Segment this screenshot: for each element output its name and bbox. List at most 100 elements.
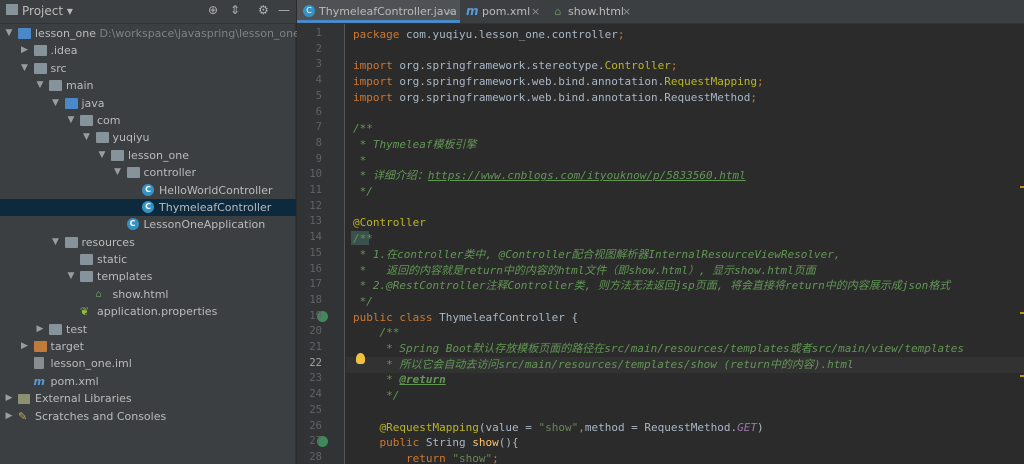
tree-node[interactable]: ▼ com <box>0 112 296 129</box>
expanded-arrow-icon[interactable]: ▼ <box>113 164 123 181</box>
tree-node[interactable]: ▶ ✎ Scratches and Consoles <box>0 408 296 425</box>
line-number: 12 <box>309 199 322 212</box>
tab-label: ThymeleafController.java <box>319 5 457 18</box>
tree-node-text: resources <box>81 235 135 249</box>
tree-node[interactable]: ▼ templates <box>0 268 296 285</box>
code-line[interactable]: package com.yuqiyu.lesson_one.controller… <box>353 27 625 43</box>
expanded-arrow-icon[interactable]: ▼ <box>66 112 76 129</box>
code-line[interactable]: public String show(){ <box>353 435 518 451</box>
code-line[interactable]: import org.springframework.web.bind.anno… <box>353 90 757 106</box>
close-icon[interactable]: × <box>531 0 540 23</box>
expanded-arrow-icon[interactable]: ▼ <box>66 268 76 285</box>
tree-node-label: .idea <box>51 42 78 59</box>
code-token: * Spring Boot默认存放模板页面的路径在src/main/resour… <box>353 342 964 355</box>
code-line[interactable]: @RequestMapping(value = "show",method = … <box>353 420 763 436</box>
code-token: package <box>353 28 406 41</box>
code-line[interactable]: * Spring Boot默认存放模板页面的路径在src/main/resour… <box>353 341 964 357</box>
tree-node[interactable]: ▶ target <box>0 338 296 355</box>
expanded-arrow-icon[interactable]: ▼ <box>20 60 30 77</box>
tree-node[interactable]: ▼ controller <box>0 164 296 181</box>
collapsed-arrow-icon[interactable]: ▶ <box>20 42 30 59</box>
tree-node[interactable]: ⌂ show.html <box>0 286 296 303</box>
line-number: 8 <box>315 136 322 149</box>
expanded-arrow-icon[interactable]: ▼ <box>82 129 92 146</box>
expanded-arrow-icon[interactable]: ▼ <box>35 77 45 94</box>
tab-pom-xml[interactable]: m pom.xml × <box>460 0 546 23</box>
tree-node[interactable]: ▼ src <box>0 60 296 77</box>
code-line[interactable]: import org.springframework.stereotype.Co… <box>353 58 678 74</box>
code-line[interactable]: /** <box>353 121 373 137</box>
code-line[interactable]: * @return <box>353 372 446 388</box>
tree-node[interactable]: ❦ application.properties <box>0 303 296 320</box>
line-number: 3 <box>315 58 322 71</box>
collapsed-arrow-icon[interactable]: ▶ <box>4 390 14 407</box>
project-view-selector[interactable]: Project ▾ <box>22 4 73 18</box>
expanded-arrow-icon[interactable]: ▼ <box>51 234 61 251</box>
expanded-arrow-icon[interactable]: ▼ <box>4 25 14 42</box>
code-line[interactable]: public class ThymeleafController { <box>353 310 578 326</box>
error-stripe-mark[interactable] <box>1020 375 1024 377</box>
tree-node-label: main <box>66 77 93 94</box>
code-token: * <box>353 373 400 387</box>
code-line[interactable]: /** <box>353 231 373 247</box>
code-line[interactable]: @Controller <box>353 215 426 231</box>
tree-node-label: lesson_one.iml <box>51 355 132 372</box>
code-editor[interactable]: package com.yuqiyu.lesson_one.controller… <box>346 24 1024 464</box>
expanded-arrow-icon[interactable]: ▼ <box>97 147 107 164</box>
code-line[interactable]: return "show"; <box>353 451 499 464</box>
code-line[interactable]: * <box>353 153 367 169</box>
tree-node[interactable]: C LessonOneApplication <box>0 216 296 233</box>
tree-node-label: resources <box>82 234 135 251</box>
tree-node[interactable]: ▼ lesson_one D:\workspace\javaspring\less… <box>0 25 300 42</box>
tree-node[interactable]: ▶ External Libraries <box>0 390 296 407</box>
code-line[interactable]: */ <box>353 294 373 310</box>
gear-icon[interactable]: ⚙ <box>258 3 269 17</box>
collapsed-arrow-icon[interactable]: ▶ <box>4 408 14 425</box>
code-line[interactable]: * 所以它会自动去访问src/main/resources/templates/… <box>353 357 854 373</box>
code-token: method = RequestMethod. <box>584 420 738 434</box>
tree-node-text: .idea <box>50 44 78 58</box>
line-number-gutter[interactable]: 1 2 3 4 5 6 7 8 9 10 11 12 13 14 15 16 17 18 19 20 21 22 23 24 2… <box>297 24 345 464</box>
collapse-all-icon[interactable]: ⇕ <box>230 3 240 17</box>
tree-node[interactable]: ▼ yuqiyu <box>0 129 296 146</box>
code-line[interactable]: /** <box>353 325 399 341</box>
error-stripe-mark[interactable] <box>1020 186 1024 188</box>
code-token: * 2.@RestController注释Controller类, 则方法无法返… <box>353 279 951 293</box>
tree-node[interactable]: ▶ test <box>0 321 296 338</box>
tree-node[interactable]: ▼ main <box>0 77 296 94</box>
tree-node-text: com <box>97 113 121 127</box>
tree-node[interactable]: C HelloWorldController <box>0 182 296 199</box>
code-line[interactable]: * 2.@RestController注释Controller类, 则方法无法返… <box>353 278 951 294</box>
locate-icon[interactable]: ⊕ <box>208 3 218 17</box>
code-line[interactable]: import org.springframework.web.bind.anno… <box>353 74 764 90</box>
tree-node[interactable]: C ThymeleafController <box>0 198 296 217</box>
tree-node[interactable]: m pom.xml <box>0 373 296 390</box>
hide-panel-icon[interactable]: — <box>278 3 290 17</box>
tree-node-label: lesson_one <box>128 147 189 164</box>
close-icon[interactable]: × <box>446 0 455 23</box>
tree-node[interactable]: static <box>0 251 296 268</box>
collapsed-arrow-icon[interactable]: ▶ <box>35 321 45 338</box>
line-number: 16 <box>309 262 322 275</box>
tab-show-html[interactable]: ⌂ show.html × <box>546 0 638 23</box>
tree-node[interactable]: ▶ .idea <box>0 42 296 59</box>
code-line[interactable]: */ <box>353 184 373 200</box>
folder-icon <box>33 45 47 57</box>
tree-node[interactable]: ▼ resources <box>0 234 296 251</box>
tab-thymeleafcontroller[interactable]: C ThymeleafController.java × <box>297 0 460 23</box>
tree-node[interactable]: lesson_one.iml <box>0 355 296 372</box>
tree-node-text: Scratches and Consoles <box>35 409 167 423</box>
line-number: 10 <box>309 168 322 181</box>
expanded-arrow-icon[interactable]: ▼ <box>51 95 61 112</box>
code-line[interactable]: * 1.在controller类中, @Controller配合视图解析器Int… <box>353 247 841 263</box>
close-icon[interactable]: × <box>622 0 631 23</box>
collapsed-arrow-icon[interactable]: ▶ <box>20 338 30 355</box>
error-stripe-mark[interactable] <box>1020 312 1024 314</box>
code-line[interactable]: * Thymeleaf模板引擎 <box>353 137 477 153</box>
tree-node[interactable]: ▼ java <box>0 95 296 112</box>
code-line[interactable]: * 返回的内容就是return中的内容的html文件（即show.html）, … <box>353 263 816 279</box>
code-line[interactable]: * 详细介绍：https://www.cnblogs.com/ityouknow… <box>353 168 746 184</box>
line-number: 20 <box>309 325 322 338</box>
code-line[interactable]: */ <box>353 388 399 404</box>
tree-node[interactable]: ▼ lesson_one <box>0 147 296 164</box>
